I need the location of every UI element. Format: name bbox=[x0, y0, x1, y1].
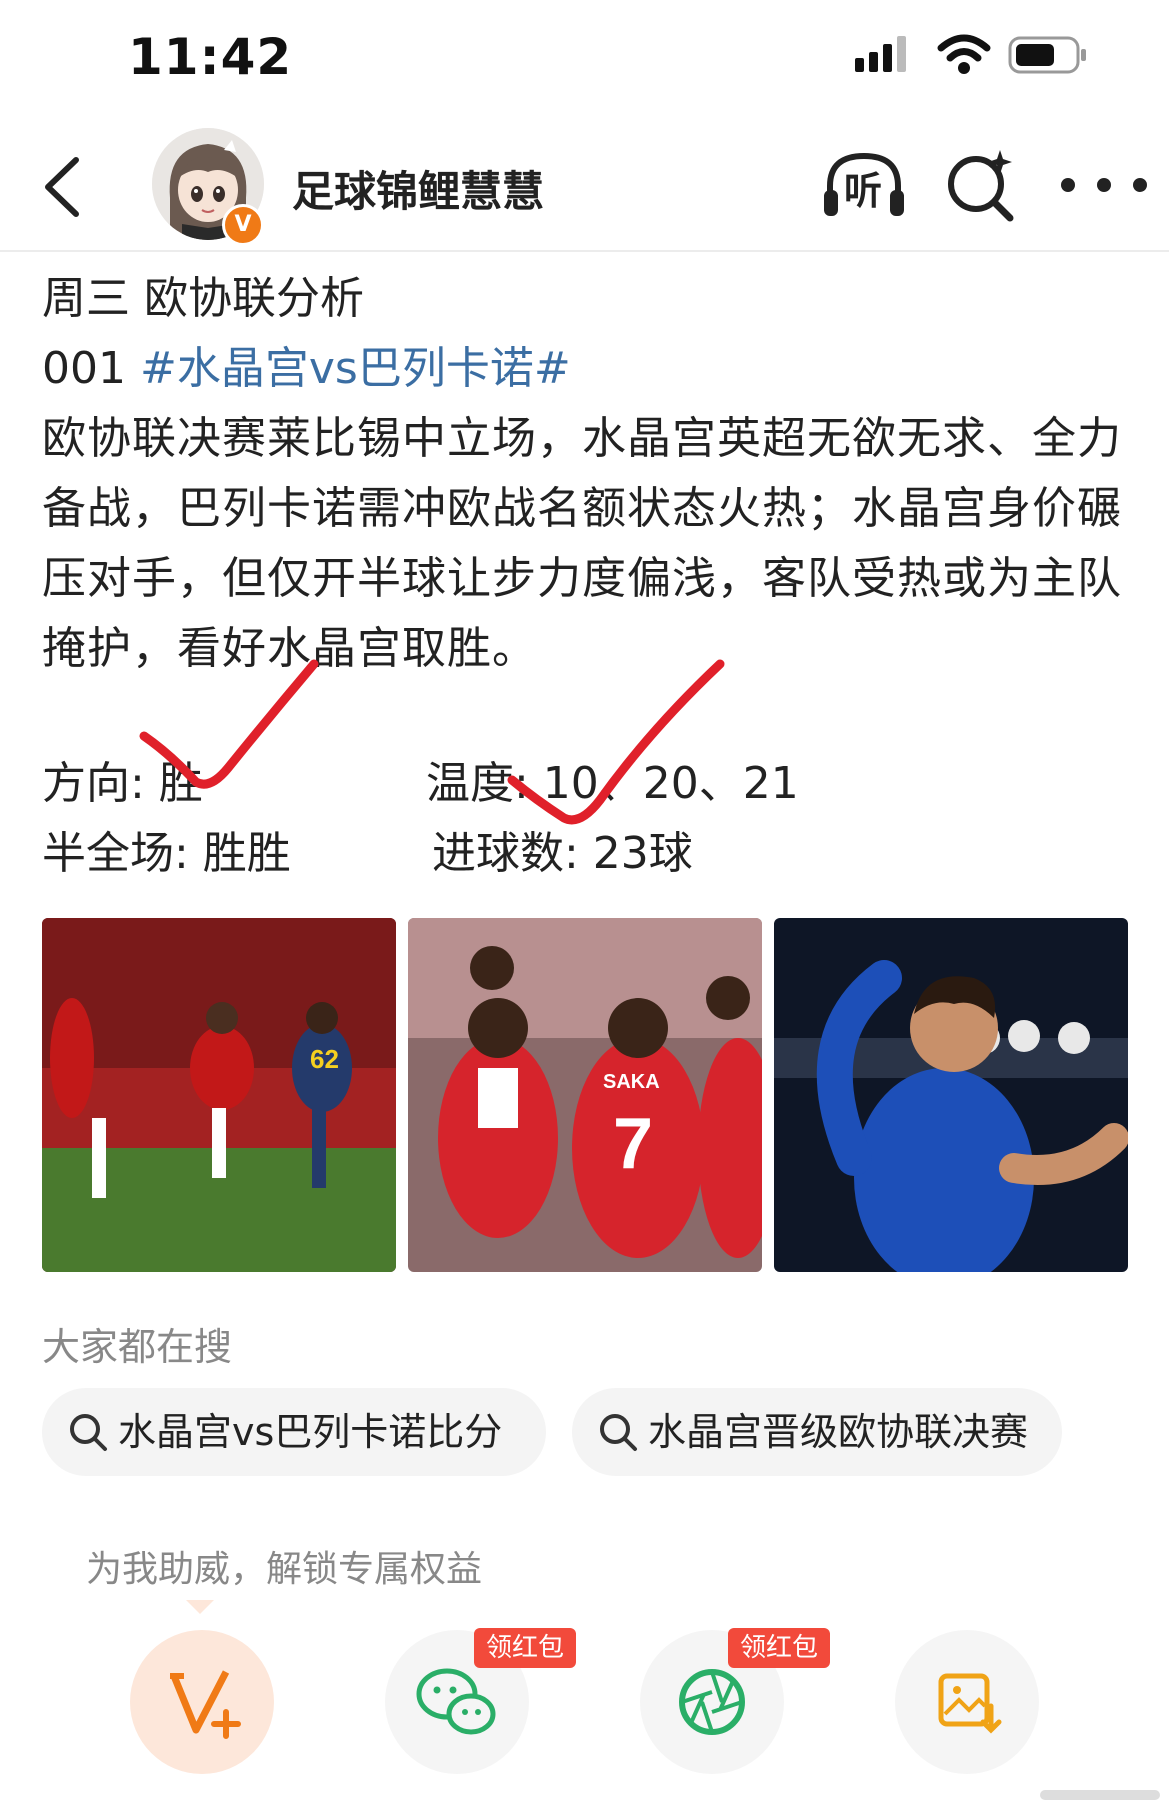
jersey-number: 7 bbox=[613, 1104, 653, 1184]
back-arrow-icon[interactable] bbox=[32, 152, 102, 222]
post-image-1[interactable]: 62 bbox=[42, 918, 396, 1272]
post-paragraph: 欧协联决赛莱比锡中立场，水晶宫英超无欲无求、全力备战，巴列卡诺需冲欧战名额状态火… bbox=[42, 413, 1122, 674]
jersey-number: 62 bbox=[310, 1044, 339, 1074]
jersey-name: SAKA bbox=[603, 1071, 660, 1093]
verified-badge: V bbox=[222, 204, 264, 246]
username[interactable]: 足球锦鲤慧慧 bbox=[292, 158, 544, 219]
wifi-icon bbox=[937, 34, 991, 74]
red-packet-badge-1: 领红包 bbox=[474, 1628, 577, 1668]
search-chip-1[interactable]: 水晶宫vs巴列卡诺比分 bbox=[42, 1388, 546, 1476]
v-plus-icon bbox=[170, 1670, 241, 1739]
search-chip-2[interactable]: 水晶宫晋级欧协联决赛 bbox=[572, 1388, 1062, 1476]
more-options-icon[interactable] bbox=[1058, 170, 1150, 200]
post-title: 周三 欧协联分析 bbox=[42, 273, 364, 324]
listen-button[interactable]: 听 bbox=[822, 150, 906, 220]
save-image-icon bbox=[938, 1673, 1002, 1734]
goals-pick: 进球数: 23球 bbox=[432, 828, 693, 879]
match-number: 001 bbox=[42, 343, 126, 394]
listen-label: 听 bbox=[844, 169, 883, 213]
battery-icon bbox=[1008, 36, 1086, 74]
support-prompt: 为我助威，解锁专属权益 bbox=[86, 1549, 483, 1590]
post-image-2[interactable]: SAKA 7 bbox=[408, 918, 762, 1272]
cellular-signal-icon bbox=[855, 36, 906, 72]
status-time: 11:42 bbox=[128, 28, 293, 86]
search-icon bbox=[70, 1414, 107, 1451]
search-chip-label: 水晶宫晋级欧协联决赛 bbox=[648, 1410, 1029, 1454]
direction-pick: 方向: 胜 bbox=[42, 758, 203, 809]
support-v-button[interactable] bbox=[130, 1630, 274, 1774]
prompt-pointer bbox=[186, 1600, 214, 1614]
post-image-3[interactable] bbox=[774, 918, 1128, 1272]
save-image-button[interactable] bbox=[895, 1630, 1039, 1774]
home-indicator bbox=[1040, 1790, 1160, 1800]
search-sparkle-icon[interactable] bbox=[944, 146, 1018, 222]
post-match-line: 001 #水晶宫vs巴列卡诺# bbox=[42, 334, 571, 404]
half-full-pick: 半全场: 胜胜 bbox=[42, 828, 291, 879]
search-chip-label: 水晶宫vs巴列卡诺比分 bbox=[118, 1410, 503, 1454]
search-icon bbox=[600, 1414, 637, 1451]
search-heading: 大家都在搜 bbox=[42, 1325, 233, 1369]
hashtag-link[interactable]: #水晶宫vs巴列卡诺# bbox=[140, 343, 571, 394]
header-divider bbox=[0, 250, 1169, 252]
red-packet-badge-2: 领红包 bbox=[728, 1628, 831, 1668]
temperature-pick: 温度: 10、20、21 bbox=[426, 758, 799, 809]
